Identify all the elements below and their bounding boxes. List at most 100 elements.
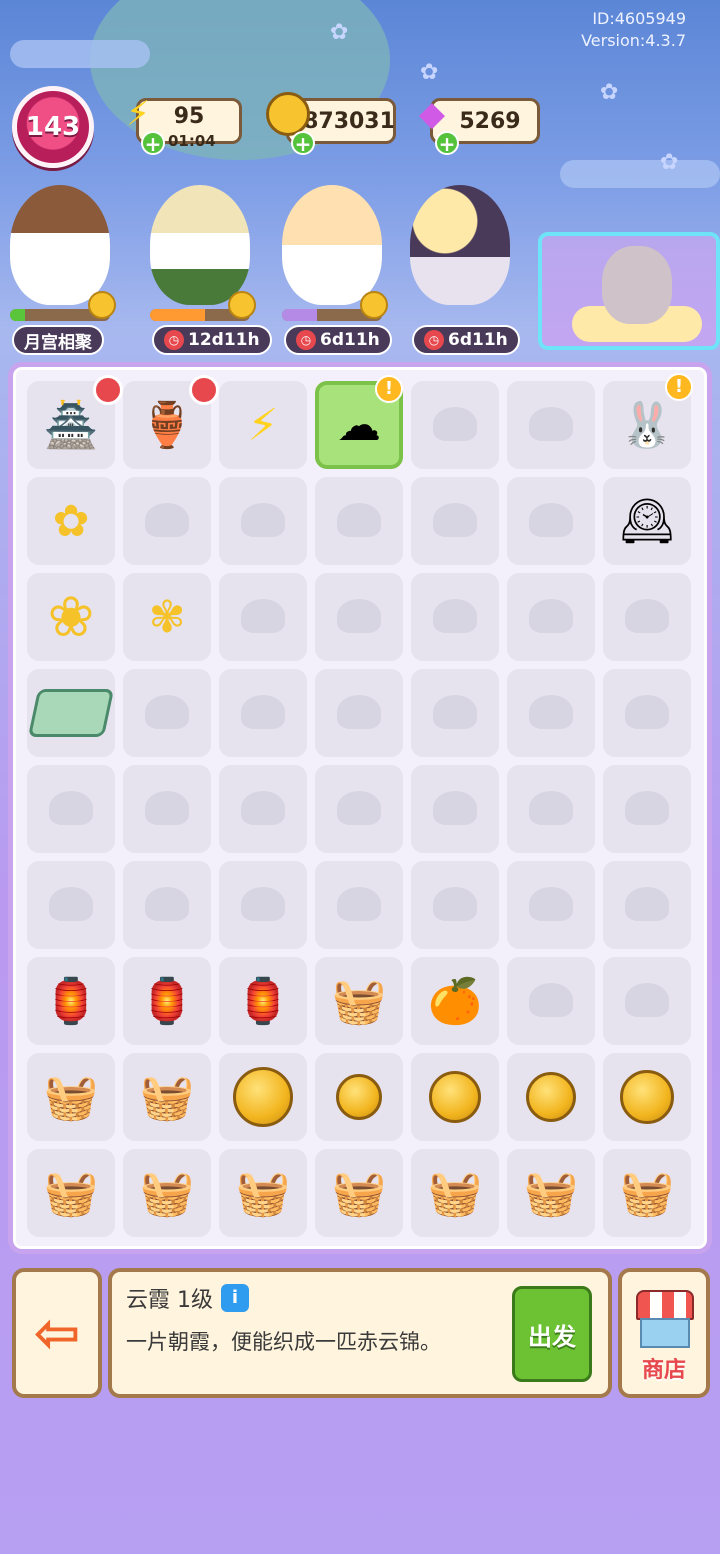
board-cell[interactable]: 🏮 — [27, 957, 115, 1045]
board-cell[interactable]: 🏺 — [123, 375, 219, 469]
board-cell-selected[interactable]: ☁! — [315, 375, 403, 469]
board-cell[interactable] — [603, 669, 691, 757]
info-icon[interactable]: i — [221, 1284, 249, 1312]
lantern-box-icon: 🏮 — [139, 976, 195, 1027]
flower-basket-icon: 🧺 — [235, 1168, 291, 1219]
board-cell[interactable] — [27, 669, 115, 757]
board-cell[interactable] — [507, 1053, 595, 1141]
board-cell[interactable] — [27, 861, 115, 949]
board-cell[interactable] — [315, 573, 403, 661]
cloud-decoration — [10, 40, 150, 68]
board-cell[interactable]: 🧺 — [411, 1149, 499, 1237]
board-cell[interactable] — [315, 1053, 403, 1141]
shop-label: 商店 — [641, 1358, 686, 1383]
board-cell[interactable] — [507, 957, 595, 1045]
board-cell[interactable]: ✾ — [123, 573, 211, 661]
board-cell[interactable] — [411, 1053, 499, 1141]
flower-basket-icon: 🧺 — [139, 1168, 195, 1219]
board-cell[interactable] — [411, 477, 499, 565]
board-cell[interactable] — [219, 765, 307, 853]
board-cell[interactable] — [315, 477, 403, 565]
item-title: 云霞 1级 — [126, 1288, 213, 1313]
board-cell[interactable] — [123, 765, 211, 853]
board-cell[interactable] — [507, 477, 595, 565]
board-cell[interactable] — [219, 1053, 307, 1141]
add-coins-button[interactable]: + — [291, 131, 315, 155]
board-cell[interactable] — [411, 381, 499, 469]
clock-icon — [189, 375, 219, 405]
board-cell[interactable] — [315, 861, 403, 949]
board-cell[interactable]: 🧺 — [27, 1053, 115, 1141]
board-cell[interactable]: 🍊 — [411, 957, 499, 1045]
flower-decoration: ✿ — [600, 80, 619, 105]
board-cell[interactable] — [411, 669, 499, 757]
board-cell[interactable] — [603, 1053, 691, 1141]
add-gems-button[interactable]: + — [435, 131, 459, 155]
board-cell[interactable] — [219, 573, 307, 661]
board-cell[interactable] — [411, 765, 499, 853]
board-cell[interactable] — [219, 861, 307, 949]
go-button[interactable]: 出发 — [512, 1286, 592, 1382]
event-timer: ◷ 6d11h — [284, 325, 392, 355]
board-cell[interactable]: ⚡ — [219, 381, 307, 469]
energy-timer: 01:04 — [168, 132, 216, 150]
board-cell[interactable] — [603, 765, 691, 853]
board-cell[interactable]: 🧺 — [123, 1053, 211, 1141]
board-cell[interactable] — [507, 765, 595, 853]
exit-button[interactable]: ⇦ — [12, 1268, 102, 1398]
board-cell[interactable] — [507, 573, 595, 661]
board-cell[interactable] — [123, 477, 211, 565]
board-cell[interactable]: 🧺 — [315, 1149, 403, 1237]
gem-counter[interactable]: ◆ + 5269 — [419, 94, 540, 155]
board-cell[interactable] — [603, 957, 691, 1045]
osmanthus-sprig-icon: ✾ — [148, 591, 186, 643]
board-cell[interactable]: 🧺 — [27, 1149, 115, 1237]
event-moon-palace[interactable]: 月宫相聚 — [0, 185, 120, 355]
board-cell[interactable] — [411, 861, 499, 949]
shop-button[interactable]: 商店 — [618, 1268, 710, 1398]
flower-basket-icon: 🧺 — [619, 1168, 675, 1219]
exit-arrow-icon: ⇦ — [33, 1300, 81, 1366]
event-label: 月宫相聚 — [12, 325, 104, 355]
board-cell[interactable] — [123, 669, 211, 757]
board-cell[interactable] — [315, 765, 403, 853]
board-cell[interactable] — [507, 861, 595, 949]
board-cell[interactable] — [123, 861, 211, 949]
board-cell[interactable] — [315, 669, 403, 757]
board-cell[interactable]: ✿ — [27, 477, 115, 565]
board-cell[interactable] — [603, 573, 691, 661]
board-cell[interactable]: ❀ — [27, 573, 115, 661]
board-cell[interactable]: 🐰! — [603, 373, 693, 469]
flower-basket-icon: 🧺 — [427, 1168, 483, 1219]
board-cell[interactable] — [219, 477, 307, 565]
event-timer-text: 6d11h — [320, 330, 380, 350]
board-cell[interactable]: 🧺 — [315, 957, 403, 1045]
osmanthus-flower-icon: ❀ — [47, 584, 95, 650]
event-bunny[interactable]: ◷ 6d11h — [272, 185, 392, 355]
osmanthus-small-icon: ✿ — [52, 495, 90, 547]
board-cell[interactable]: 🧺 — [219, 1149, 307, 1237]
gold-coin-icon — [233, 1067, 293, 1127]
rabbit-promo-banner[interactable] — [538, 232, 720, 350]
add-energy-button[interactable]: + — [141, 131, 165, 155]
board-cell[interactable]: 🕰 — [603, 477, 691, 565]
board-cell[interactable] — [603, 861, 691, 949]
event-sultan[interactable]: ◷ 12d11h — [140, 185, 272, 355]
board-cell[interactable]: 🧺 — [507, 1149, 595, 1237]
flower-basket-icon: 🧺 — [43, 1168, 99, 1219]
board-cell[interactable]: 🏮 — [123, 957, 211, 1045]
board-cell[interactable] — [507, 381, 595, 469]
board-cell[interactable] — [507, 669, 595, 757]
energy-value: 95 — [173, 103, 205, 129]
board-cell[interactable]: 🏮 — [219, 957, 307, 1045]
board-cell[interactable]: 🧺 — [123, 1149, 211, 1237]
event-pagoda[interactable]: ◷ 6d11h — [400, 185, 520, 355]
board-cell[interactable] — [219, 669, 307, 757]
merge-board: 🏯 🏺 ⚡ ☁! 🐰! ✿ 🕰 ❀ ✾ 🏮 🏮 🏮 🧺 🍊 🧺 🧺 🧺 🧺 🧺 … — [8, 362, 712, 1254]
player-level-badge[interactable]: 143 — [12, 86, 94, 168]
board-cell[interactable]: 🏯 — [27, 375, 123, 469]
board-cell[interactable] — [27, 765, 115, 853]
board-cell[interactable] — [411, 573, 499, 661]
board-cell[interactable]: 🧺 — [603, 1149, 691, 1237]
coin-counter[interactable]: + 873031 — [266, 92, 396, 155]
